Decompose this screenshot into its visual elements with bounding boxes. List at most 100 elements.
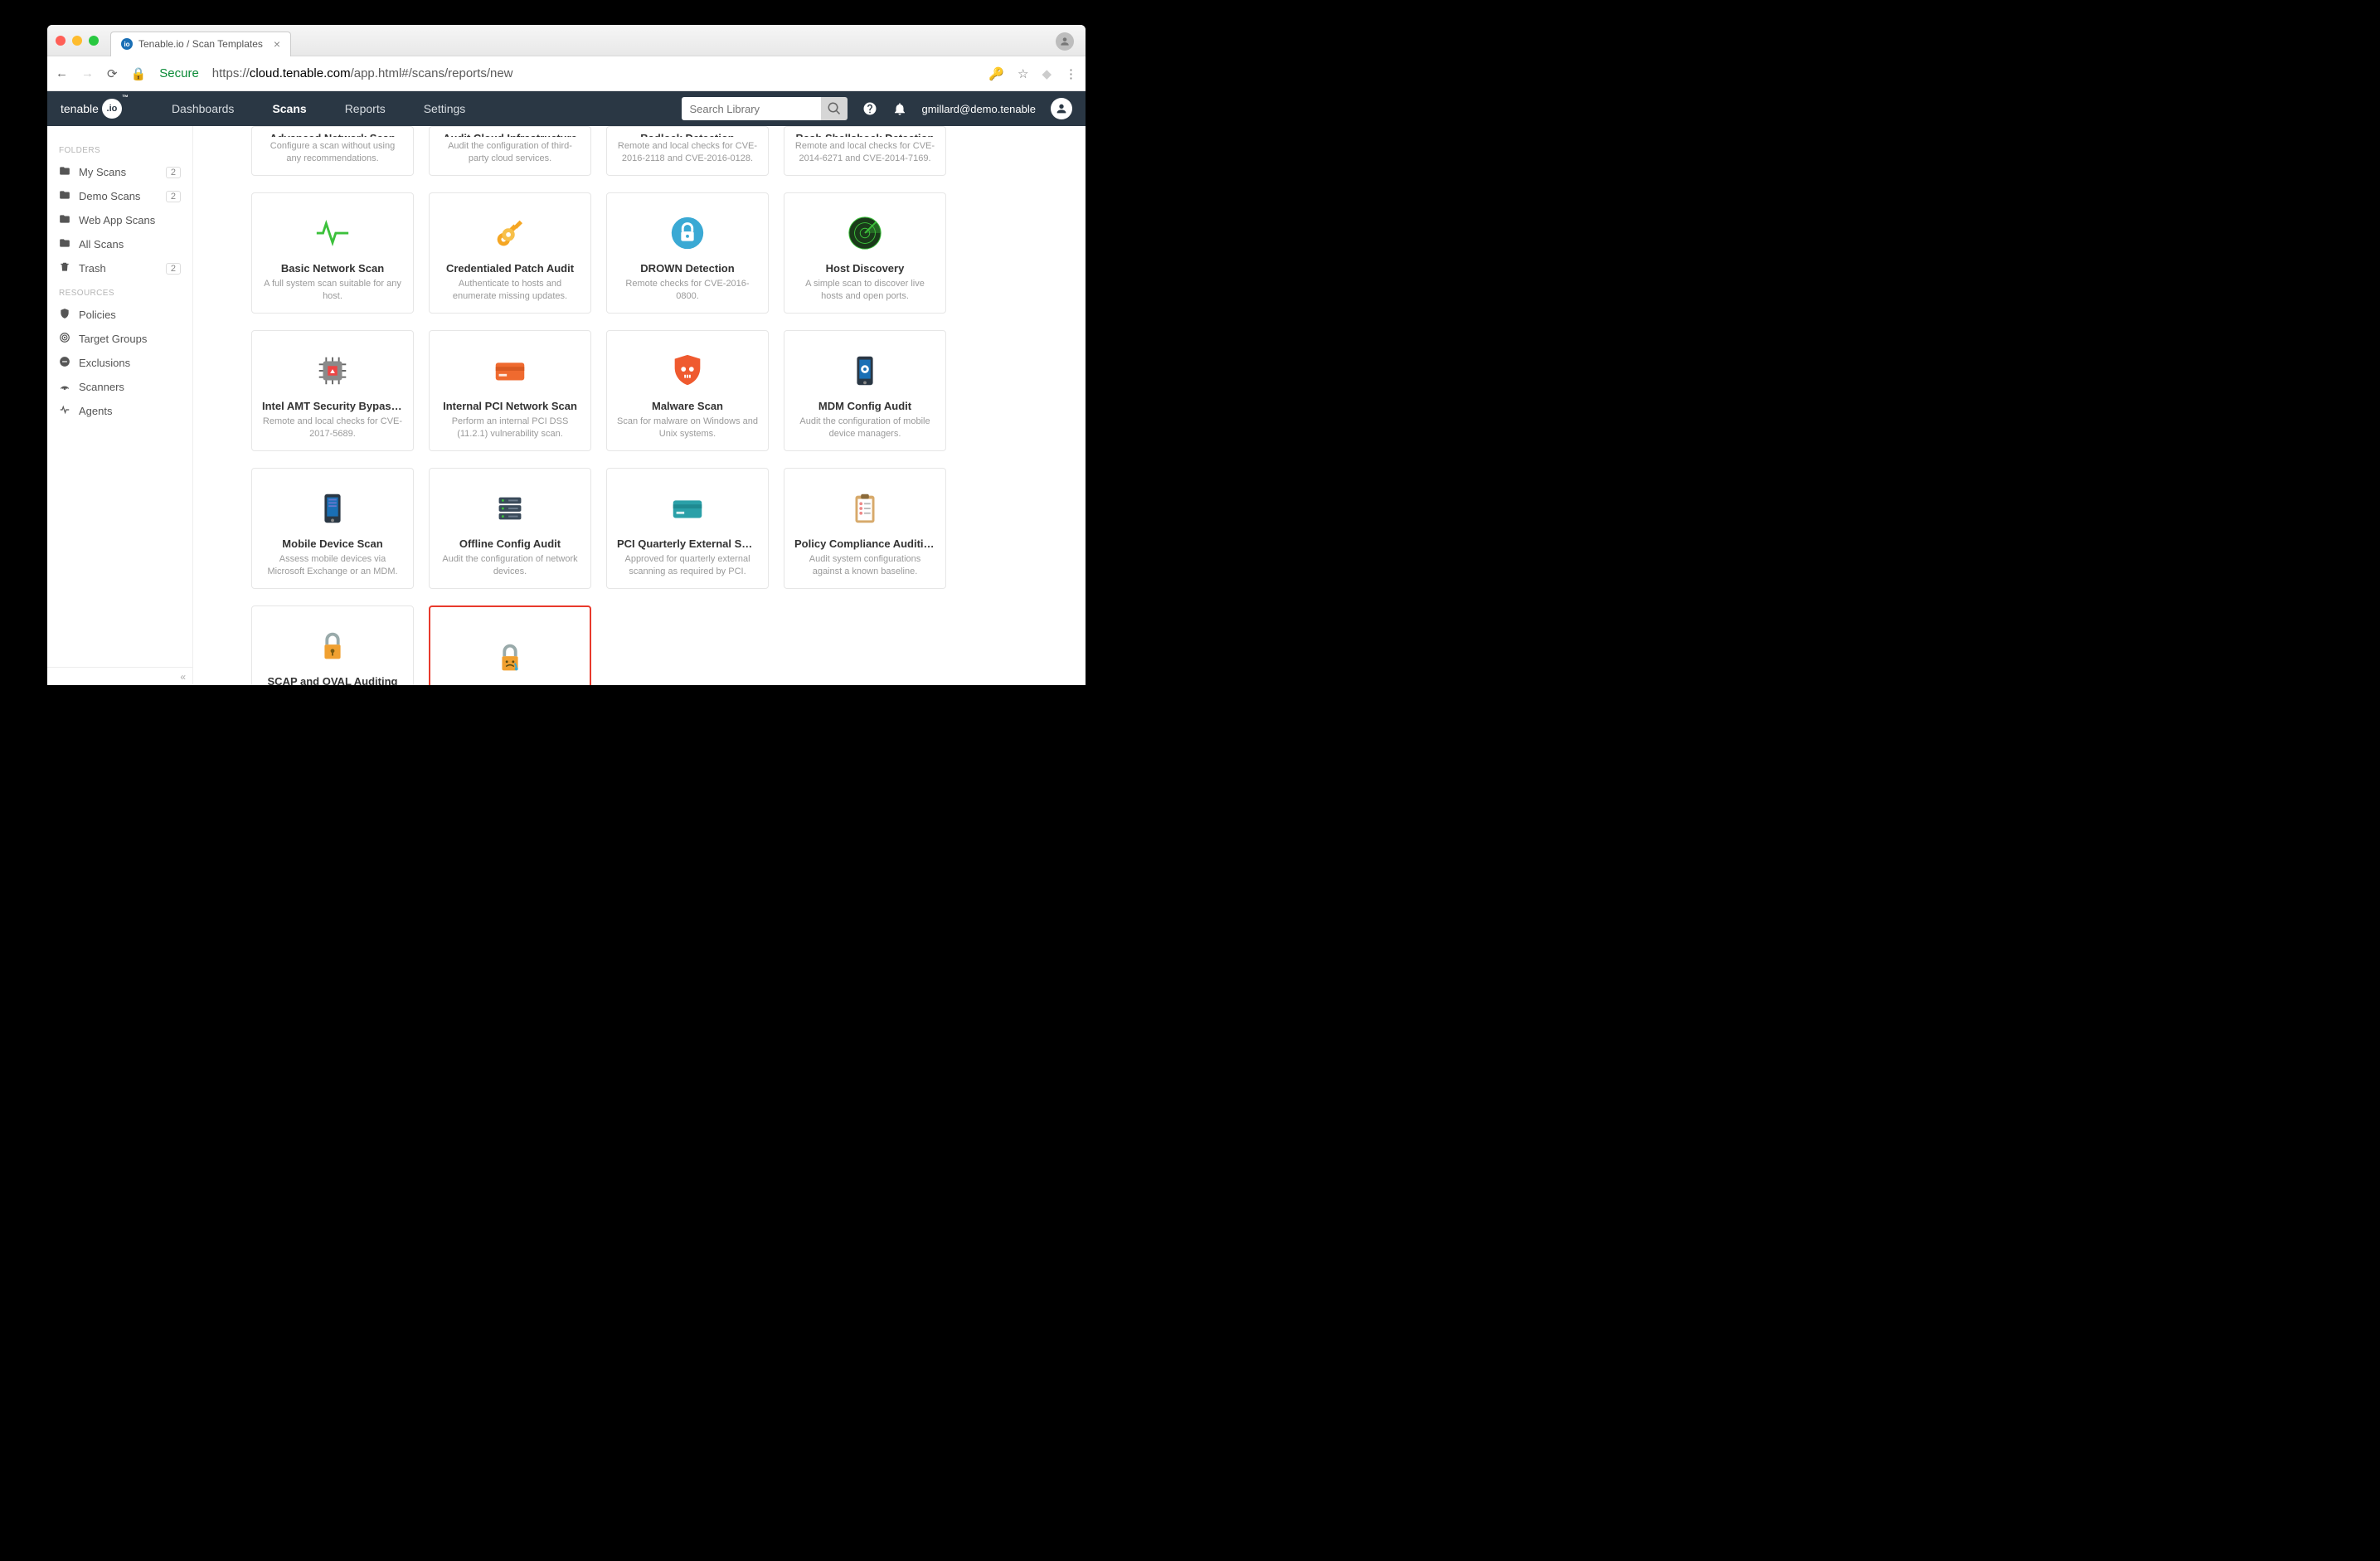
card-title: Badlock Detection [617, 132, 758, 137]
user-avatar-icon[interactable] [1051, 98, 1072, 119]
maximize-window-icon[interactable] [89, 36, 99, 46]
card-desc: Perform an internal PCI DSS (11.2.1) vul… [440, 416, 580, 440]
sidebar-item-trash[interactable]: Trash 2 [47, 256, 192, 280]
sidebar-item-demo-scans[interactable]: Demo Scans 2 [47, 184, 192, 208]
shield-icon [59, 308, 70, 322]
key-icon [491, 209, 529, 257]
template-card-mdm-config-audit[interactable]: MDM Config AuditAudit the configuration … [784, 330, 946, 451]
sidebar-item-scanners[interactable]: Scanners [47, 375, 192, 399]
clipboard-icon [846, 484, 884, 532]
forward-icon[interactable]: → [81, 66, 94, 80]
sidebar-item-exclusions[interactable]: Exclusions [47, 351, 192, 375]
radar-green-icon [846, 209, 884, 257]
template-card-bash-shellshock-detection[interactable]: Bash Shellshock Detection Remote and loca… [784, 126, 946, 176]
template-card-mobile-device-scan[interactable]: Mobile Device ScanAssess mobile devices … [251, 468, 414, 589]
search-button[interactable] [821, 97, 848, 120]
app-header: tenable .io™ Dashboards Scans Reports Se… [47, 91, 1086, 126]
card-title: Host Discovery [794, 262, 935, 275]
site-info-icon[interactable]: 🔑 [988, 66, 1004, 81]
nav-reports[interactable]: Reports [345, 102, 386, 115]
back-icon[interactable]: ← [56, 66, 68, 80]
template-card-advanced-network-scan[interactable]: Advanced Network Scan Configure a scan wi… [251, 126, 414, 176]
tab-title: Tenable.io / Scan Templates [138, 38, 263, 50]
phone-icon [313, 484, 352, 532]
template-card-offline-config-audit[interactable]: Offline Config Audit Audit the configurat… [429, 468, 591, 589]
card-desc: Remote and local checks for CVE-2014-627… [794, 140, 935, 165]
search-input[interactable] [682, 97, 821, 120]
template-card-policy-compliance-auditing[interactable]: Policy Compliance AuditingAudit system c… [784, 468, 946, 589]
sidebar-item-agents[interactable]: Agents [47, 399, 192, 423]
template-card-credentialed-patch-audit[interactable]: Credentialed Patch AuditAuthenticate to … [429, 192, 591, 314]
reload-icon[interactable]: ⟳ [107, 66, 118, 81]
brand-logo[interactable]: tenable .io™ [61, 99, 122, 119]
sidebar-item-count: 2 [166, 191, 181, 202]
menu-icon[interactable]: ⋮ [1065, 66, 1077, 81]
secure-label: Secure [159, 66, 199, 80]
sidebar-item-all-scans[interactable]: All Scans [47, 232, 192, 256]
card-desc: Remote and local checks for CVE-2017-568… [262, 416, 403, 440]
card-title: Offline Config Audit [440, 537, 580, 550]
template-card-host-discovery[interactable]: Host DiscoveryA simple scan to discover … [784, 192, 946, 314]
card-desc: Approved for quarterly external scanning… [617, 553, 758, 578]
sidebar-item-label: Trash [79, 262, 106, 275]
server-icon [491, 484, 529, 532]
sidebar-collapse-icon[interactable]: « [47, 667, 192, 685]
sidebar-item-label: Scanners [79, 381, 124, 393]
pulse-green-icon [313, 209, 352, 257]
template-card-intel-amt-security-bypass[interactable]: Intel AMT Security Bypass ...Remote and … [251, 330, 414, 451]
radar-icon [59, 380, 70, 394]
bookmark-icon[interactable]: ☆ [1018, 66, 1028, 81]
close-window-icon[interactable] [56, 36, 66, 46]
sidebar-item-web-app-scans[interactable]: Web App Scans [47, 208, 192, 232]
nav-scans[interactable]: Scans [272, 102, 306, 115]
main-nav: Dashboards Scans Reports Settings [172, 102, 465, 115]
padlock-icon [313, 622, 352, 670]
card-title: Advanced Network Scan [262, 132, 403, 137]
card-desc: Configure a scan without using any recom… [262, 140, 403, 165]
browser-tab[interactable]: io Tenable.io / Scan Templates × [110, 32, 291, 56]
card-title: Audit Cloud Infrastructure [440, 132, 580, 137]
template-card-scap-and-oval-auditing[interactable]: SCAP and OVAL AuditingAudit systems usin… [251, 605, 414, 685]
card-desc: Scan for malware on Windows and Unix sys… [617, 416, 758, 440]
window-controls[interactable] [56, 36, 99, 46]
folder-icon [59, 189, 70, 203]
browser-profile-icon[interactable] [1056, 32, 1074, 51]
card-title: Bash Shellshock Detection [794, 132, 935, 137]
sidebar-item-label: Policies [79, 309, 116, 321]
folder-icon [59, 237, 70, 251]
card-title: MDM Config Audit [794, 400, 935, 412]
template-card-wannacry-ransomware-d[interactable]: WannaCry Ransomware D...WannaCry Detecti… [429, 605, 591, 685]
nav-dashboards[interactable]: Dashboards [172, 102, 235, 115]
template-card-drown-detection[interactable]: DROWN DetectionRemote checks for CVE-201… [606, 192, 769, 314]
card-title: Credentialed Patch Audit [440, 262, 580, 275]
tab-close-icon[interactable]: × [274, 37, 280, 51]
url-text[interactable]: https://cloud.tenable.com/app.html#/scan… [212, 66, 513, 80]
main-content: Advanced Network Scan Configure a scan wi… [193, 126, 1086, 685]
card-desc: Remote checks for CVE-2016-0800. [617, 278, 758, 303]
template-grid: Advanced Network Scan Configure a scan wi… [251, 126, 1027, 685]
sidebar-item-policies[interactable]: Policies [47, 303, 192, 327]
nav-settings[interactable]: Settings [424, 102, 466, 115]
template-card-audit-cloud-infrastructure[interactable]: Audit Cloud Infrastructure Audit the conf… [429, 126, 591, 176]
card-orange-icon [491, 347, 529, 395]
card-desc: Audit the configuration of third-party c… [440, 140, 580, 165]
user-email[interactable]: gmillard@demo.tenable [922, 103, 1037, 115]
card-desc: Audit the configuration of network devic… [440, 553, 580, 578]
card-title: Malware Scan [617, 400, 758, 412]
minimize-window-icon[interactable] [72, 36, 82, 46]
template-card-pci-quarterly-external-scan[interactable]: PCI Quarterly External Scan Approved for … [606, 468, 769, 589]
card-title: PCI Quarterly External Scan [617, 537, 758, 550]
browser-titlebar: io Tenable.io / Scan Templates × [47, 25, 1086, 56]
brand-badge-icon: .io™ [102, 99, 122, 119]
template-card-malware-scan[interactable]: Malware Scan Scan for malware on Windows … [606, 330, 769, 451]
sidebar-item-target-groups[interactable]: Target Groups [47, 327, 192, 351]
card-desc: Audit system configurations against a kn… [794, 553, 935, 578]
help-icon[interactable] [862, 101, 877, 116]
sidebar-item-my-scans[interactable]: My Scans 2 [47, 160, 192, 184]
template-card-internal-pci-network-scan[interactable]: Internal PCI Network ScanPerform an inte… [429, 330, 591, 451]
notifications-icon[interactable] [892, 101, 907, 116]
template-card-basic-network-scan[interactable]: Basic Network ScanA full system scan sui… [251, 192, 414, 314]
browser-address-bar: ← → ⟳ 🔒 Secure https://cloud.tenable.com… [47, 56, 1086, 91]
template-card-badlock-detection[interactable]: Badlock DetectionRemote and local checks… [606, 126, 769, 176]
extension-icon[interactable]: ◆ [1042, 66, 1052, 81]
